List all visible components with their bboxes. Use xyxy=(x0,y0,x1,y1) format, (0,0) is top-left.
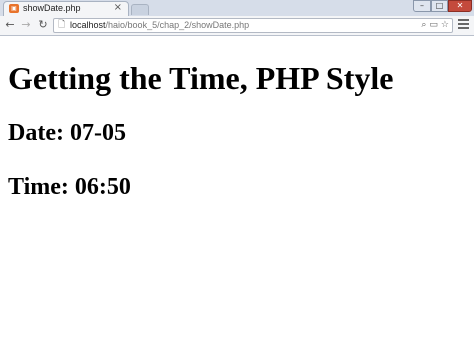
extension-icon[interactable]: ▭ xyxy=(429,20,438,30)
php-page-icon: ▣ xyxy=(9,4,19,13)
reload-icon[interactable]: ↻ xyxy=(36,18,50,32)
page-content: Getting the Time, PHP Style Date: 07-05 … xyxy=(0,36,474,355)
minimize-button[interactable]: – xyxy=(413,0,431,12)
forward-arrow-icon[interactable]: → xyxy=(19,18,33,32)
back-arrow-icon[interactable]: ← xyxy=(3,18,17,32)
date-line: Date: 07-05 xyxy=(8,120,126,146)
page-icon: 🗋 xyxy=(58,20,66,30)
browser-titlebar: ▣ showDate.php × – □ ✕ xyxy=(0,0,474,16)
url-path: /haio/book_5/chap_2/showDate.php xyxy=(105,20,250,30)
search-icon[interactable]: ⌕ xyxy=(421,20,426,30)
close-tab-icon[interactable]: × xyxy=(114,2,122,14)
maximize-button[interactable]: □ xyxy=(431,0,448,12)
close-window-button[interactable]: ✕ xyxy=(448,0,472,12)
tab-title: showDate.php xyxy=(23,3,81,13)
url-text[interactable]: localhost/haio/book_5/chap_2/showDate.ph… xyxy=(70,20,249,31)
tab-showdate[interactable]: ▣ showDate.php × xyxy=(3,1,129,16)
menu-icon[interactable] xyxy=(458,19,469,31)
browser-toolbar: ← → ↻ 🗋 localhost/haio/book_5/chap_2/sho… xyxy=(0,16,474,36)
address-bar[interactable]: 🗋 localhost/haio/book_5/chap_2/showDate.… xyxy=(53,18,453,33)
star-icon[interactable]: ☆ xyxy=(441,20,449,30)
time-line: Time: 06:50 xyxy=(8,174,131,200)
url-host: localhost xyxy=(70,20,106,30)
page-heading: Getting the Time, PHP Style xyxy=(8,60,394,96)
new-tab-button[interactable] xyxy=(131,4,149,15)
